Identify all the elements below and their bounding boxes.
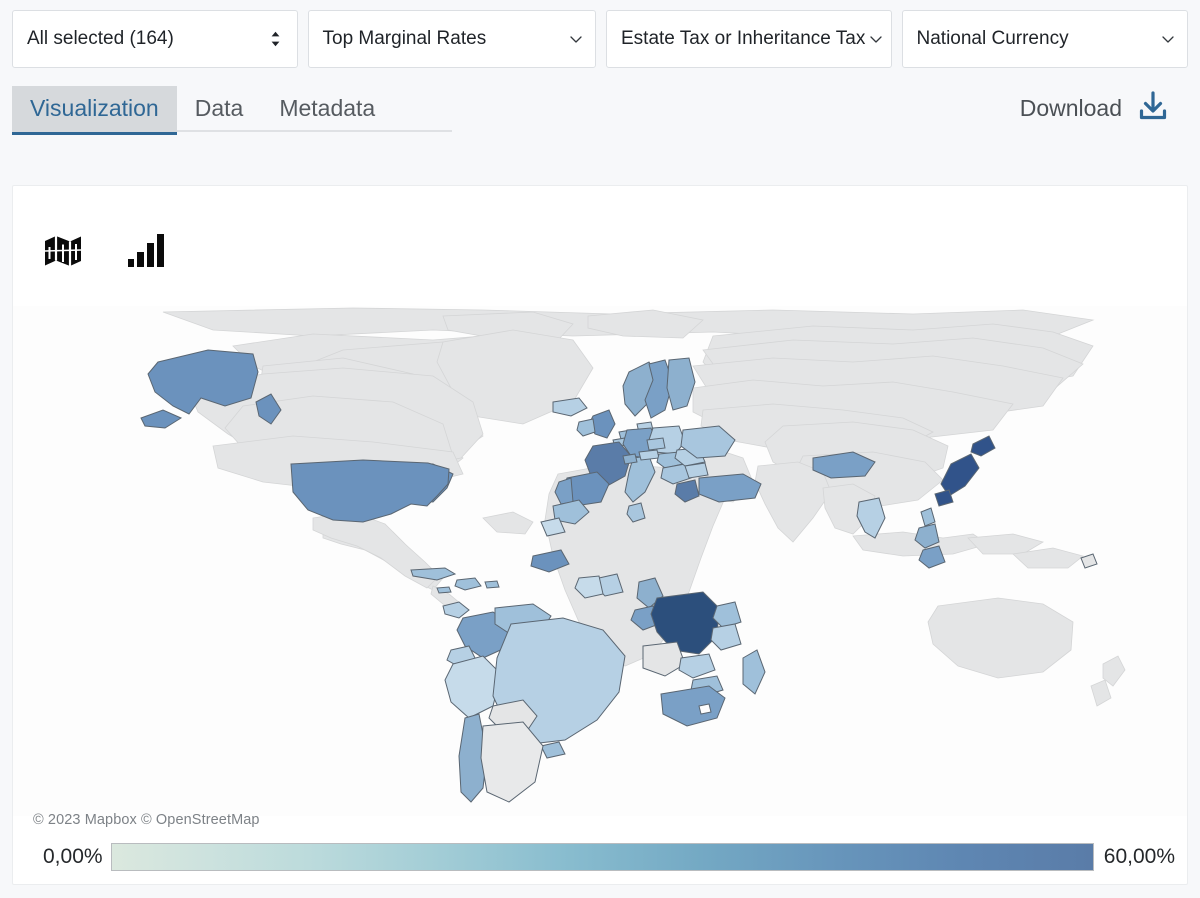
download-button[interactable]: Download bbox=[1020, 89, 1188, 132]
legend-max-label: 60,00% bbox=[1103, 845, 1175, 868]
map-icon[interactable] bbox=[43, 232, 83, 268]
currency-select[interactable]: National Currency bbox=[901, 10, 1188, 68]
legend-gradient-bar bbox=[110, 843, 1094, 871]
country-puerto-rico bbox=[484, 580, 500, 589]
color-legend: 0,00% 60,00% bbox=[25, 840, 1175, 874]
world-choropleth-map[interactable] bbox=[13, 306, 1187, 816]
country-austria bbox=[638, 449, 660, 461]
tax-type-select[interactable]: Estate Tax or Inheritance Tax bbox=[606, 10, 892, 68]
view-toggle-group bbox=[43, 232, 165, 268]
tab-metadata[interactable]: Metadata bbox=[261, 86, 393, 132]
visualization-card: © 2023 Mapbox © OpenStreetMap 0,00% 60,0… bbox=[12, 185, 1188, 885]
tax-type-select-value: Estate Tax or Inheritance Tax bbox=[621, 28, 866, 49]
tab-visualization[interactable]: Visualization bbox=[12, 86, 177, 135]
country-switzerland bbox=[622, 453, 638, 465]
currency-select-value: National Currency bbox=[916, 28, 1069, 49]
map-svg bbox=[13, 306, 1187, 816]
tab-list: Visualization Data Metadata bbox=[12, 86, 452, 135]
country-bulgaria bbox=[684, 462, 709, 479]
tab-data[interactable]: Data bbox=[177, 86, 262, 132]
map-attribution: © 2023 Mapbox © OpenStreetMap bbox=[33, 812, 260, 828]
download-label: Download bbox=[1019, 94, 1122, 121]
series-select[interactable]: Top Marginal Rates bbox=[307, 10, 596, 68]
country-czechia bbox=[646, 437, 666, 451]
updown-arrows-icon bbox=[270, 31, 281, 47]
download-icon bbox=[1136, 89, 1170, 128]
country-select-value: All selected (164) bbox=[27, 28, 174, 49]
bar-chart-icon[interactable] bbox=[127, 232, 165, 268]
filter-bar: All selected (164) Top Marginal Rates Es… bbox=[0, 0, 1200, 68]
country-jamaica bbox=[436, 586, 452, 594]
country-lesotho-hole bbox=[698, 703, 712, 715]
series-select-value: Top Marginal Rates bbox=[322, 28, 487, 49]
legend-min-label: 0,00% bbox=[43, 845, 103, 868]
tab-bar: Visualization Data Metadata Download bbox=[0, 86, 1200, 135]
country-select[interactable]: All selected (164) bbox=[12, 10, 298, 68]
